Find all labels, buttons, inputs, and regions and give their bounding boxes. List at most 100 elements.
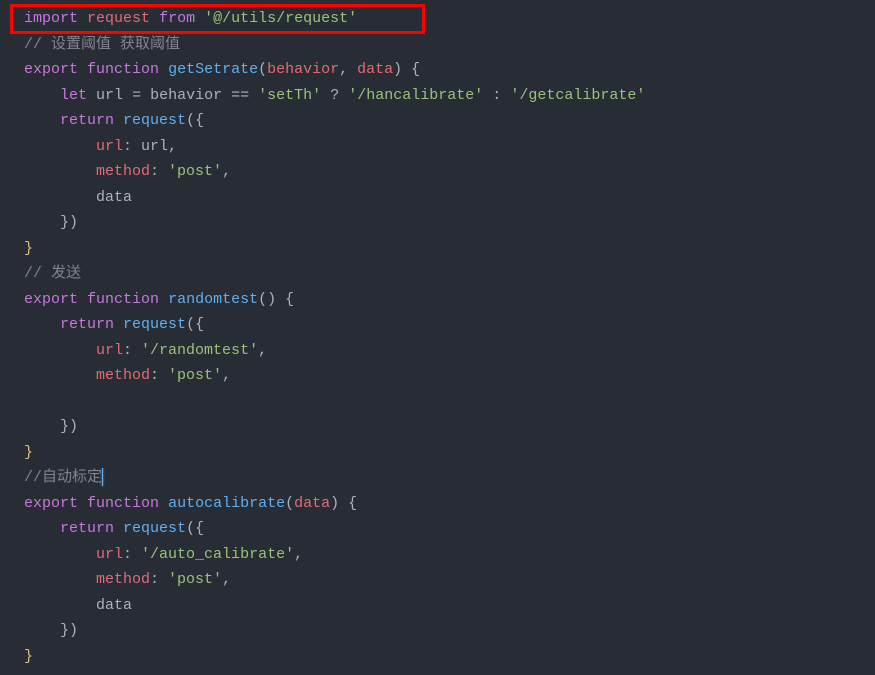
paren-brace: ) { [330,495,357,512]
keyword-function: function [87,495,159,512]
keyword-function: function [87,291,159,308]
colon: : [123,138,141,155]
code-line: let url = behavior == 'setTh' ? '/hancal… [24,83,875,109]
paren: ( [258,61,267,78]
comma: , [339,61,348,78]
comment: //自动标定 [24,469,102,486]
cursor-icon [102,468,103,486]
colon: : [123,546,141,563]
code-line: url: '/randomtest', [24,338,875,364]
code-line: return request({ [24,516,875,542]
open: ({ [186,520,204,537]
open: ({ [186,316,204,333]
param: data [357,61,393,78]
brace: { [285,291,294,308]
code-line: data [24,185,875,211]
brace: } [24,444,33,461]
string-getcal: '/getcalibrate' [510,87,645,104]
code-line: method: 'post', [24,567,875,593]
close: }) [60,418,78,435]
code-line: data [24,593,875,619]
function-name: randomtest [168,291,258,308]
cmp: == [231,87,249,104]
code-line: return request({ [24,108,875,134]
comma: , [258,342,267,359]
code-editor[interactable]: import request from '@/utils/request' //… [0,0,875,675]
keyword-export: export [24,291,78,308]
close: }) [60,622,78,639]
paren: ( [285,495,294,512]
ident-url: url [96,87,123,104]
call-request: request [123,112,186,129]
code-line: }) [24,414,875,440]
ident-url: url [141,138,168,155]
code-line: // 设置阈值 获取阈值 [24,32,875,58]
keyword-return: return [60,316,114,333]
keyword-import: import [24,10,78,27]
prop-method: method [96,571,150,588]
prop-data: data [96,189,132,206]
ident-request: request [87,10,150,27]
code-line: method: 'post', [24,363,875,389]
code-line: export function getSetrate(behavior, dat… [24,57,875,83]
code-line: url: url, [24,134,875,160]
string-hancal: '/hancalibrate' [348,87,483,104]
function-name: autocalibrate [168,495,285,512]
string-randomtest: '/randomtest' [141,342,258,359]
code-line: }) [24,618,875,644]
keyword-function: function [87,61,159,78]
string-post: 'post' [168,571,222,588]
code-line: } [24,236,875,262]
keyword-export: export [24,61,78,78]
code-line: return request({ [24,312,875,338]
code-line: export function autocalibrate(data) { [24,491,875,517]
prop-method: method [96,367,150,384]
colon: : [150,163,168,180]
colon: : [150,367,168,384]
call-request: request [123,316,186,333]
code-line: //自动标定 [24,465,875,491]
code-line: } [24,644,875,670]
code-line: // 发送 [24,261,875,287]
string-post: 'post' [168,367,222,384]
q: ? [330,87,339,104]
prop-data: data [96,597,132,614]
brace: } [24,240,33,257]
keyword-return: return [60,112,114,129]
code-line: url: '/auto_calibrate', [24,542,875,568]
comment: // 发送 [24,265,81,282]
string-post: 'post' [168,163,222,180]
colon: : [150,571,168,588]
prop-url: url [96,546,123,563]
code-line: import request from '@/utils/request' [24,6,875,32]
colon: : [492,87,501,104]
open: ({ [186,112,204,129]
prop-method: method [96,163,150,180]
param: data [294,495,330,512]
call-request: request [123,520,186,537]
eq: = [132,87,141,104]
code-line: method: 'post', [24,159,875,185]
keyword-export: export [24,495,78,512]
code-line: } [24,440,875,466]
string-autocal: '/auto_calibrate' [141,546,294,563]
comma: , [222,571,231,588]
prop-url: url [96,342,123,359]
code-line: }) [24,210,875,236]
prop-url: url [96,138,123,155]
keyword-return: return [60,520,114,537]
comma: , [294,546,303,563]
function-name: getSetrate [168,61,258,78]
string-setth: 'setTh' [258,87,321,104]
code-line: export function randomtest() { [24,287,875,313]
close: }) [60,214,78,231]
parens: () [258,291,276,308]
colon: : [123,342,141,359]
keyword-from: from [159,10,195,27]
brace: } [24,648,33,665]
string-path: '@/utils/request' [204,10,357,27]
comma: , [168,138,177,155]
paren-brace: ) { [393,61,420,78]
comment: // 设置阈值 获取阈值 [24,36,180,53]
comma: , [222,367,231,384]
